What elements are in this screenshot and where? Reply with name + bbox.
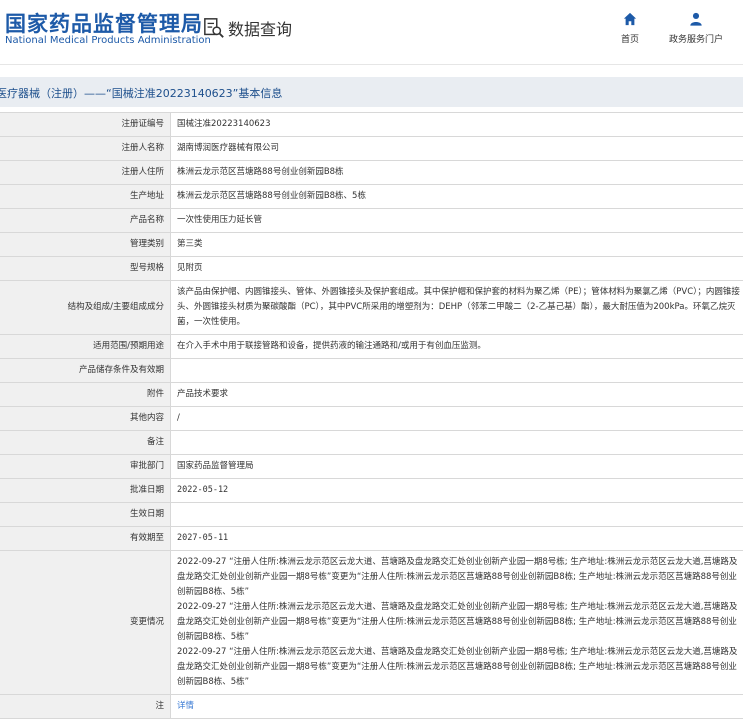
row-label: 型号规格	[0, 257, 171, 281]
table-row: 产品储存条件及有效期	[0, 359, 743, 383]
row-value: 第三类	[171, 233, 743, 257]
row-value: 湖南博润医疗器械有限公司	[171, 137, 743, 161]
table-row: 有效期至 2027-05-11	[0, 527, 743, 551]
row-label: 管理类别	[0, 233, 171, 257]
detail-link[interactable]: 详情	[177, 701, 194, 711]
approval-date: 2022-05-12	[171, 479, 743, 503]
row-value: 株洲云龙示范区莒塘路88号创业创新园B8栋、5栋	[171, 185, 743, 209]
row-label: 其他内容	[0, 407, 171, 431]
row-value: 该产品由保护帽、内圆锥接头、管体、外圆锥接头及保护套组成。其中保护帽和保护套的材…	[171, 281, 743, 335]
row-value	[171, 359, 743, 383]
row-value	[171, 503, 743, 527]
table-row: 管理类别 第三类	[0, 233, 743, 257]
breadcrumb: 医疗器械（注册）——“国械注准20223140623”基本信息	[0, 77, 743, 107]
table-row: 适用范围/预期用途 在介入手术中用于联接管路和设备，提供药液的输注通路和/或用于…	[0, 335, 743, 359]
table-row: 变更情况 2022-09-27 “注册人住所:株洲云龙示范区云龙大道、莒塘路及盘…	[0, 551, 743, 695]
row-label: 注册人名称	[0, 137, 171, 161]
row-label: 产品储存条件及有效期	[0, 359, 171, 383]
table-row: 审批部门 国家药品监督管理局	[0, 455, 743, 479]
row-value: 在介入手术中用于联接管路和设备，提供药液的输注通路和/或用于有创血压监测。	[171, 335, 743, 359]
table-row: 结构及组成/主要组成成分 该产品由保护帽、内圆锥接头、管体、外圆锥接头及保护套组…	[0, 281, 743, 335]
expiry-date: 2027-05-11	[171, 527, 743, 551]
change-entry: 2022-09-27 “注册人住所:株洲云龙示范区云龙大道、莒塘路及盘龙路交汇处…	[177, 600, 741, 645]
site-logo-subtitle: National Medical Products Administration	[5, 35, 211, 46]
row-value: 详情	[171, 695, 743, 719]
table-row: 型号规格 见附页	[0, 257, 743, 281]
change-entry: 2022-09-27 “注册人住所:株洲云龙示范区云龙大道、莒塘路及盘龙路交汇处…	[177, 555, 741, 600]
row-value: /	[171, 407, 743, 431]
home-icon	[623, 12, 637, 26]
data-query-link[interactable]: 数据查询	[203, 15, 292, 41]
nav-service-portal[interactable]: 政务服务门户	[660, 12, 732, 45]
table-row: 备注	[0, 431, 743, 455]
table-row: 其他内容 /	[0, 407, 743, 431]
row-value: 见附页	[171, 257, 743, 281]
table-row: 生效日期	[0, 503, 743, 527]
change-history: 2022-09-27 “注册人住所:株洲云龙示范区云龙大道、莒塘路及盘龙路交汇处…	[171, 551, 743, 695]
nav-service-portal-label: 政务服务门户	[660, 32, 732, 45]
data-query-label: 数据查询	[228, 16, 292, 40]
table-row: 注册证编号 国械注准20223140623	[0, 113, 743, 137]
nav-home[interactable]: 首页	[610, 12, 650, 45]
row-label: 注册人住所	[0, 161, 171, 185]
header-divider	[0, 64, 743, 65]
table-row: 注册人名称 湖南博润医疗器械有限公司	[0, 137, 743, 161]
row-value: 国家药品监督管理局	[171, 455, 743, 479]
row-value: 产品技术要求	[171, 383, 743, 407]
row-label: 产品名称	[0, 209, 171, 233]
row-value: 国械注准20223140623	[171, 113, 743, 137]
table-row: 注 详情	[0, 695, 743, 719]
row-label: 备注	[0, 431, 171, 455]
row-value: 一次性使用压力延长管	[171, 209, 743, 233]
row-label: 审批部门	[0, 455, 171, 479]
row-label: 生产地址	[0, 185, 171, 209]
row-label: 附件	[0, 383, 171, 407]
row-label: 生效日期	[0, 503, 171, 527]
row-label: 结构及组成/主要组成成分	[0, 281, 171, 335]
row-value: 株洲云龙示范区莒塘路88号创业创新园B8栋	[171, 161, 743, 185]
device-info-table: 注册证编号 国械注准20223140623 注册人名称 湖南博润医疗器械有限公司…	[0, 112, 743, 719]
change-entry: 2022-09-27 “注册人住所:株洲云龙示范区云龙大道、莒塘路及盘龙路交汇处…	[177, 645, 741, 690]
row-label: 注册证编号	[0, 113, 171, 137]
table-row: 生产地址 株洲云龙示范区莒塘路88号创业创新园B8栋、5栋	[0, 185, 743, 209]
nav-home-label: 首页	[610, 32, 650, 45]
table-row: 批准日期 2022-05-12	[0, 479, 743, 503]
site-header: 国家药品监督管理局 National Medical Products Admi…	[0, 0, 743, 58]
row-label: 批准日期	[0, 479, 171, 503]
breadcrumb-text: 医疗器械（注册）——“国械注准20223140623”基本信息	[0, 85, 282, 101]
table-row: 注册人住所 株洲云龙示范区莒塘路88号创业创新园B8栋	[0, 161, 743, 185]
table-row: 产品名称 一次性使用压力延长管	[0, 209, 743, 233]
table-row: 附件 产品技术要求	[0, 383, 743, 407]
row-label: 注	[0, 695, 171, 719]
row-label: 适用范围/预期用途	[0, 335, 171, 359]
row-label: 有效期至	[0, 527, 171, 551]
site-logo-title[interactable]: 国家药品监督管理局	[5, 8, 203, 38]
document-search-icon	[203, 17, 225, 39]
user-icon	[689, 12, 703, 26]
row-value	[171, 431, 743, 455]
row-label: 变更情况	[0, 551, 171, 695]
